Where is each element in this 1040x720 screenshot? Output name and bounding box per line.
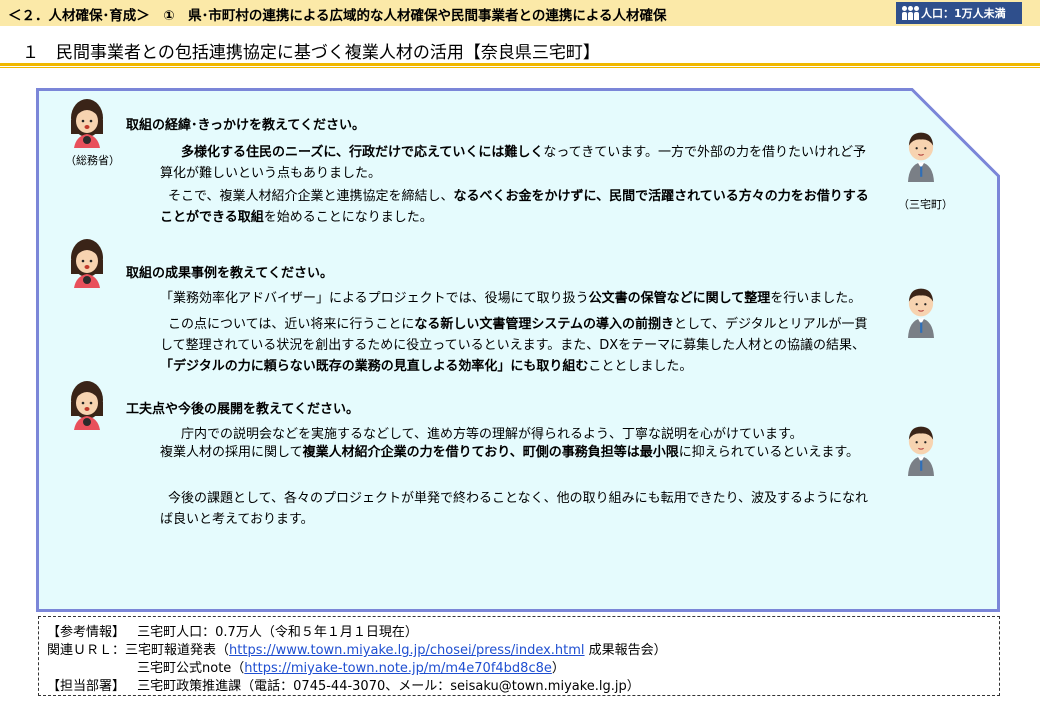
body-text: を行いました。 <box>770 291 862 306</box>
note-suffix: ） <box>551 661 565 676</box>
note-prefix: 三宅町公式note（ <box>137 661 245 676</box>
department-text: 三宅町政策推進課（電話：0745-44-3070、メール：seisaku@tow… <box>137 679 640 694</box>
speaker-label-right: （三宅町） <box>898 198 953 211</box>
department-line: 【担当部署】 三宅町政策推進課（電話：0745-44-3070、メール：seis… <box>47 675 640 694</box>
people-icon <box>902 6 919 20</box>
answer-paragraph: この点については、近い将来に行うことになる新しい文書管理システムの導入の前捌きと… <box>160 314 876 377</box>
section-question: 取組の経緯･きっかけを教えてください。 <box>126 118 365 133</box>
answer-paragraph: 「業務効率化アドバイザー」によるプロジェクトでは、役場にて取り扱う公文書の保管な… <box>160 288 900 309</box>
woman-avatar-icon <box>71 381 103 430</box>
reference-info-box: 【参考情報】 三宅町人口：0.7万人（令和５年１月１日現在） 関連ＵＲＬ：三宅町… <box>38 616 1000 696</box>
woman-avatar-icon <box>71 239 103 288</box>
section-question: 取組の成果事例を教えてください。 <box>126 266 333 281</box>
press-suffix: 成果報告会） <box>584 643 667 658</box>
body-text: を始めることになりました。 <box>263 210 433 225</box>
body-text: 「業務効率化アドバイザー」によるプロジェクトでは、役場にて取り扱う <box>160 291 589 306</box>
man-avatar-icon <box>908 288 934 338</box>
man-avatar-icon <box>908 426 934 476</box>
heading-rule <box>0 63 1040 66</box>
reference-text: 三宅町人口：0.7万人（令和５年１月１日現在） <box>137 625 418 640</box>
body-text: この点については、近い将来に行うことに <box>168 317 415 332</box>
reference-label: 【参考情報】 <box>47 625 126 640</box>
body-text: 今後の課題として、各々のプロジェクトが単発で終わることなく、他の取り組みにも転用… <box>160 491 869 527</box>
answer-paragraph: 複業人材の採用に関して複業人材紹介企業の力を借りており、町側の事務負担等は最小限… <box>160 442 876 463</box>
answer-paragraph: そこで、複業人材紹介企業と連携協定を締結し、なるべくお金をかけずに、民間で活躍さ… <box>160 186 876 228</box>
body-text: に抑えられているといえます。 <box>678 445 860 460</box>
emphasis-text: 多様化する住民のニーズに、行政だけで応えていくには難しく <box>181 145 544 160</box>
press-release-link[interactable]: https://www.town.miyake.lg.jp/chosei/pre… <box>229 643 585 658</box>
press-prefix: 三宅町報道発表（ <box>125 643 230 658</box>
answer-paragraph: 多様化する住民のニーズに、行政だけで応えていくには難しくなってきています。一方で… <box>160 142 876 184</box>
emphasis-text: 公文書の保管などに関して整理 <box>588 291 771 306</box>
official-note-link[interactable]: https://miyake-town.note.jp/m/m4e70f4bd8… <box>244 661 552 676</box>
body-text: 庁内での説明会などを実施するなどして、進め方等の理解が得られるよう、丁寧な説明を… <box>181 427 803 442</box>
population-badge-label: 人口：1万人未満 <box>921 7 1006 20</box>
emphasis-text: 「デジタルの力に頼らない既存の業務の見直しよる効率化」にも取り組む <box>160 359 589 374</box>
body-text: 複業人材の採用に関して <box>160 445 303 460</box>
answer-paragraph: 今後の課題として、各々のプロジェクトが単発で終わることなく、他の取り組みにも転用… <box>160 488 876 530</box>
body-text <box>168 145 181 160</box>
note-url-line: 三宅町公式note（https://miyake-town.note.jp/m/… <box>137 657 565 676</box>
page-heading: １ 民間事業者との包括連携協定に基づく複業人材の活用【奈良県三宅町】 <box>22 43 600 63</box>
section-question: 工夫点や今後の展開を教えてください。 <box>126 402 359 417</box>
man-avatar-icon <box>908 132 934 182</box>
body-text <box>168 427 181 442</box>
press-url-line: 関連ＵＲＬ：三宅町報道発表（https://www.town.miyake.lg… <box>47 639 667 658</box>
emphasis-text: なる新しい文書管理システムの導入の前捌き <box>414 317 674 332</box>
header-bar: ＜２．人材確保･育成＞ ① 県･市町村の連携による広域的な人材確保や民間事業者と… <box>0 0 1040 26</box>
header-title: ＜２．人材確保･育成＞ ① 県･市町村の連携による広域的な人材確保や民間事業者と… <box>8 8 667 24</box>
url-label: 関連ＵＲＬ： <box>47 643 126 658</box>
reference-line: 【参考情報】 三宅町人口：0.7万人（令和５年１月１日現在） <box>47 621 418 640</box>
heading-rule-thin <box>0 67 1040 68</box>
body-text: そこで、複業人材紹介企業と連携協定を締結し、 <box>168 189 454 204</box>
speaker-label-left: （総務省） <box>65 154 120 167</box>
population-badge: 人口：1万人未満 <box>896 2 1022 24</box>
emphasis-text: 複業人材紹介企業の力を借りており、町側の事務負担等は最小限 <box>302 445 679 460</box>
woman-avatar-icon <box>71 99 103 148</box>
department-label: 【担当部署】 <box>47 679 126 694</box>
body-text: こととしました。 <box>588 359 693 374</box>
